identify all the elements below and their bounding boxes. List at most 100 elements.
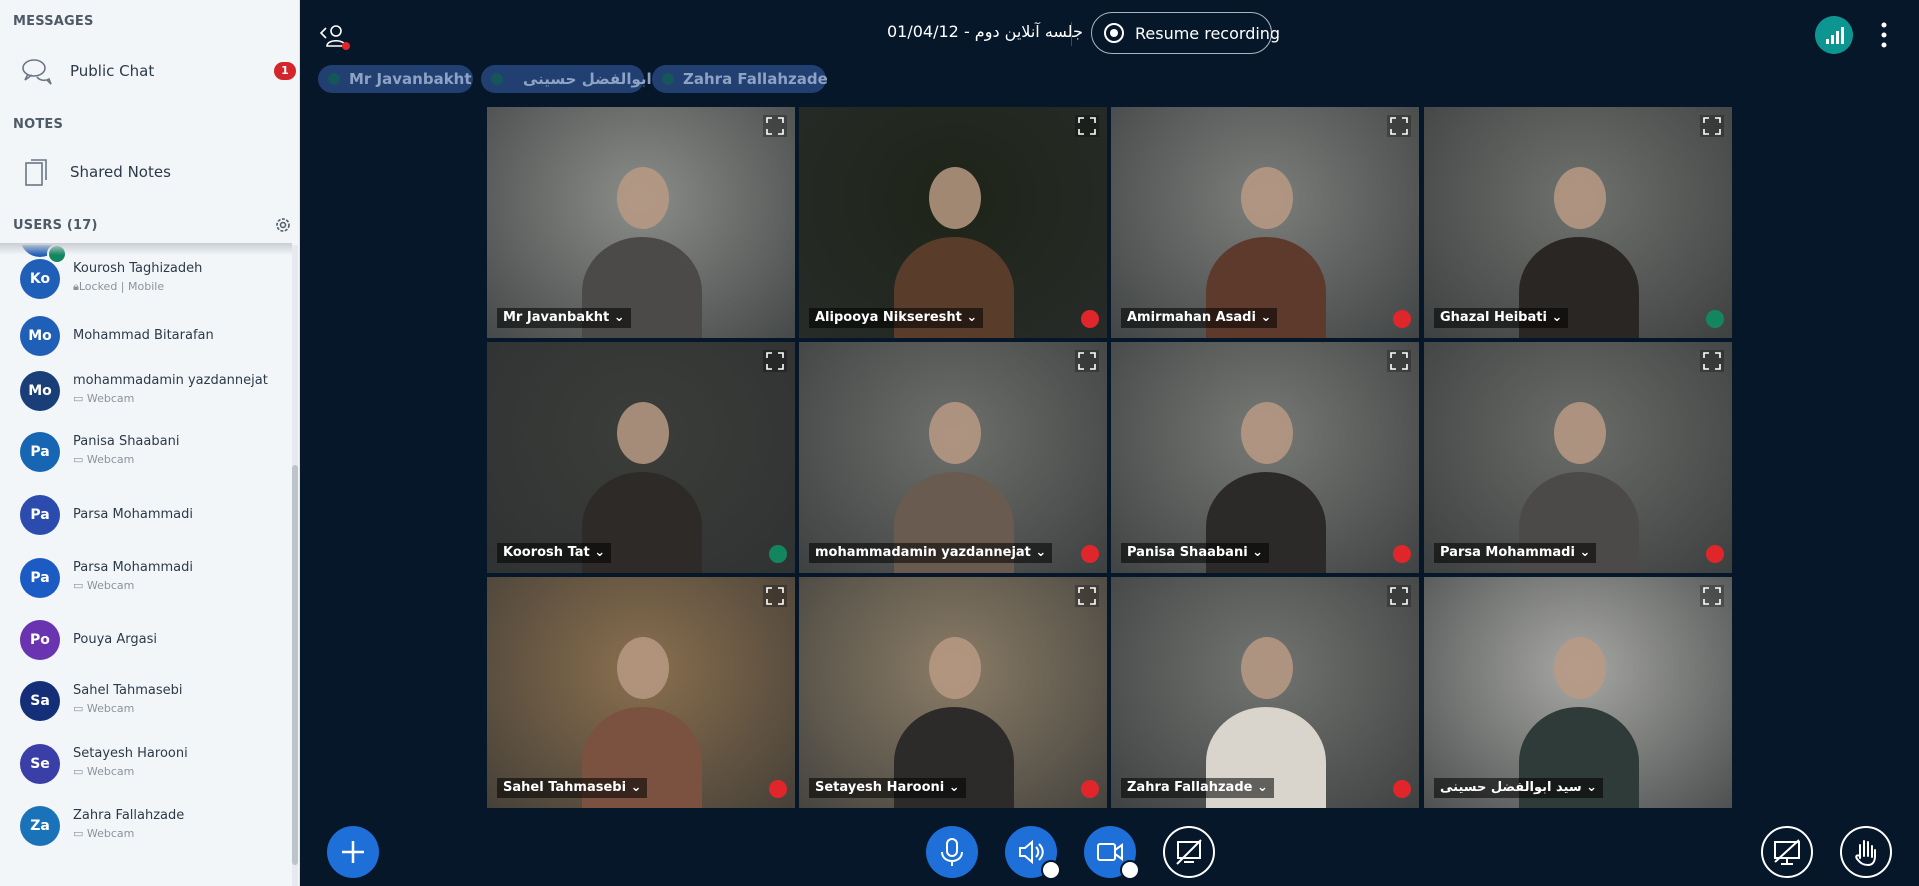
user-row[interactable]: Po Pouya Argasi xyxy=(0,609,292,671)
expand-icon[interactable] xyxy=(1700,585,1724,607)
webcam-icon: ▭ xyxy=(73,392,87,405)
expand-icon[interactable] xyxy=(1075,350,1099,372)
participant-name[interactable]: Panisa Shaabani ⌄ xyxy=(1121,543,1270,563)
avatar: Ko xyxy=(20,259,60,299)
users-section-title: USERS (17) xyxy=(13,218,98,233)
chevron-down-icon: ⌄ xyxy=(626,780,642,795)
expand-icon[interactable] xyxy=(763,585,787,607)
video-tile[interactable]: سید ابوالفضل حسینی ⌄ xyxy=(1423,576,1733,809)
user-status: ▭ Webcam xyxy=(73,702,135,715)
user-name: Kourosh Taghizadeh xyxy=(73,261,203,276)
webcam-icon: ▭ xyxy=(73,453,87,466)
expand-icon[interactable] xyxy=(763,115,787,137)
headphones-icon xyxy=(769,545,787,563)
audio-button[interactable] xyxy=(1005,826,1061,880)
participant-name[interactable]: Setayesh Harooni ⌄ xyxy=(809,778,966,798)
plus-icon xyxy=(342,841,364,863)
user-row[interactable]: Se Setayesh Harooni ▭ Webcam xyxy=(0,733,292,795)
webcam-icon: ▭ xyxy=(73,702,87,715)
user-row[interactable]: Mo Mohammad Bitarafan xyxy=(0,305,292,367)
video-tile[interactable]: mohammadamin yazdannejat ⌄ xyxy=(798,341,1108,574)
public-chat-item[interactable]: Public Chat xyxy=(0,45,296,97)
video-tile[interactable]: Koorosh Tat ⌄ xyxy=(486,341,796,574)
video-tile[interactable]: Mr Javanbakht ⌄ xyxy=(486,106,796,339)
chevron-down-icon: ⌄ xyxy=(1581,780,1598,795)
chevron-down-icon: ⌄ xyxy=(609,310,625,325)
expand-icon[interactable] xyxy=(1075,115,1099,137)
talking-indicator[interactable]: Zahra Fallahzade xyxy=(652,65,828,93)
expand-icon[interactable] xyxy=(1075,585,1099,607)
user-name: Pouya Argasi xyxy=(73,632,157,647)
video-tile[interactable]: Amirmahan Asadi ⌄ xyxy=(1110,106,1420,339)
presentation-icon xyxy=(1774,839,1800,865)
resume-recording-button[interactable]: Resume recording xyxy=(1091,12,1280,54)
video-button[interactable] xyxy=(1084,826,1140,880)
user-status: ▭ Webcam xyxy=(73,453,135,466)
participant-name[interactable]: Parsa Mohammadi ⌄ xyxy=(1434,543,1597,563)
chevron-down-icon: ⌄ xyxy=(1252,780,1268,795)
chevron-down-icon[interactable] xyxy=(1041,860,1061,880)
user-row[interactable]: Pa Panisa Shaabani ▭ Webcam xyxy=(0,421,292,483)
participant-name[interactable]: Alipooya Nikseresht ⌄ xyxy=(809,308,984,328)
video-tile[interactable]: Alipooya Nikseresht ⌄ xyxy=(798,106,1108,339)
gear-icon[interactable] xyxy=(273,215,293,235)
chevron-down-icon[interactable] xyxy=(1120,860,1140,880)
user-status: ▭ Webcam xyxy=(73,765,135,778)
participant-name[interactable]: mohammadamin yazdannejat ⌄ xyxy=(809,543,1053,563)
public-chat-label: Public Chat xyxy=(70,62,155,80)
expand-icon[interactable] xyxy=(1387,350,1411,372)
expand-icon[interactable] xyxy=(1387,585,1411,607)
talking-indicator[interactable]: Mr Javanbakht xyxy=(318,65,473,93)
user-row[interactable]: Ko Kourosh Taghizadeh 🔒︎Locked | Mobile xyxy=(0,248,292,310)
signal-bars-icon[interactable] xyxy=(1815,16,1853,54)
user-list: Ko Kourosh Taghizadeh 🔒︎Locked | Mobile … xyxy=(0,245,292,886)
screenshare-button[interactable] xyxy=(1163,826,1215,878)
video-tile[interactable]: Sahel Tahmasebi ⌄ xyxy=(486,576,796,809)
user-row[interactable]: Pa Parsa Mohammadi ▭ Webcam xyxy=(0,547,292,609)
shared-notes-label: Shared Notes xyxy=(70,163,171,181)
record-icon xyxy=(1104,23,1124,43)
microphone-button[interactable] xyxy=(926,826,978,878)
scrollbar-thumb[interactable] xyxy=(292,465,298,865)
participant-name[interactable]: Koorosh Tat ⌄ xyxy=(497,543,612,563)
participant-name[interactable]: Ghazal Heibati ⌄ xyxy=(1434,308,1569,328)
talking-dot xyxy=(662,73,674,85)
expand-icon[interactable] xyxy=(1700,350,1724,372)
leave-user-icon[interactable] xyxy=(318,20,350,52)
user-row[interactable]: Mo mohammadamin yazdannejat ▭ Webcam xyxy=(0,360,292,422)
talking-name: Zahra Fallahzade xyxy=(683,70,828,88)
notes-icon xyxy=(25,159,47,186)
kebab-icon[interactable] xyxy=(1877,20,1891,50)
user-row[interactable]: Pa Parsa Mohammadi xyxy=(0,484,292,546)
actions-button[interactable] xyxy=(327,826,379,878)
muted-mic-icon xyxy=(1081,545,1099,563)
webcam-icon: ▭ xyxy=(73,579,87,592)
video-tile[interactable]: Ghazal Heibati ⌄ xyxy=(1423,106,1733,339)
chat-bubbles-icon xyxy=(22,59,52,85)
video-tile[interactable]: Setayesh Harooni ⌄ xyxy=(798,576,1108,809)
unread-badge: 1 xyxy=(274,62,296,80)
talking-indicator[interactable]: سید ابوالفضل حسینی xyxy=(481,65,686,93)
participant-name[interactable]: Sahel Tahmasebi ⌄ xyxy=(497,778,648,798)
participant-name[interactable]: Amirmahan Asadi ⌄ xyxy=(1121,308,1278,328)
presentation-button[interactable] xyxy=(1761,826,1813,878)
avatar: Sa xyxy=(20,681,60,721)
video-tile[interactable]: Zahra Fallahzade ⌄ xyxy=(1110,576,1420,809)
avatar: Za xyxy=(20,806,60,846)
chevron-down-icon: ⌄ xyxy=(1255,310,1272,325)
video-tile[interactable]: Panisa Shaabani ⌄ xyxy=(1110,341,1420,574)
shared-notes-item[interactable]: Shared Notes xyxy=(0,146,296,198)
expand-icon[interactable] xyxy=(1387,115,1411,137)
video-tile[interactable]: Parsa Mohammadi ⌄ xyxy=(1423,341,1733,574)
user-row[interactable]: Za Zahra Fallahzade ▭ Webcam xyxy=(0,795,292,857)
expand-icon[interactable] xyxy=(1700,115,1724,137)
sidebar: MESSAGES Public Chat 1 NOTES Shared Note… xyxy=(0,0,300,886)
participant-name[interactable]: سید ابوالفضل حسینی ⌄ xyxy=(1434,778,1604,798)
user-status: ▭ Webcam xyxy=(73,579,135,592)
participant-name[interactable]: Mr Javanbakht ⌄ xyxy=(497,308,631,328)
user-row[interactable]: Sa Sahel Tahmasebi ▭ Webcam xyxy=(0,670,292,732)
expand-icon[interactable] xyxy=(763,350,787,372)
participant-name[interactable]: Zahra Fallahzade ⌄ xyxy=(1121,778,1274,798)
chevron-down-icon: ⌄ xyxy=(1574,545,1591,560)
raise-hand-button[interactable] xyxy=(1840,826,1892,878)
